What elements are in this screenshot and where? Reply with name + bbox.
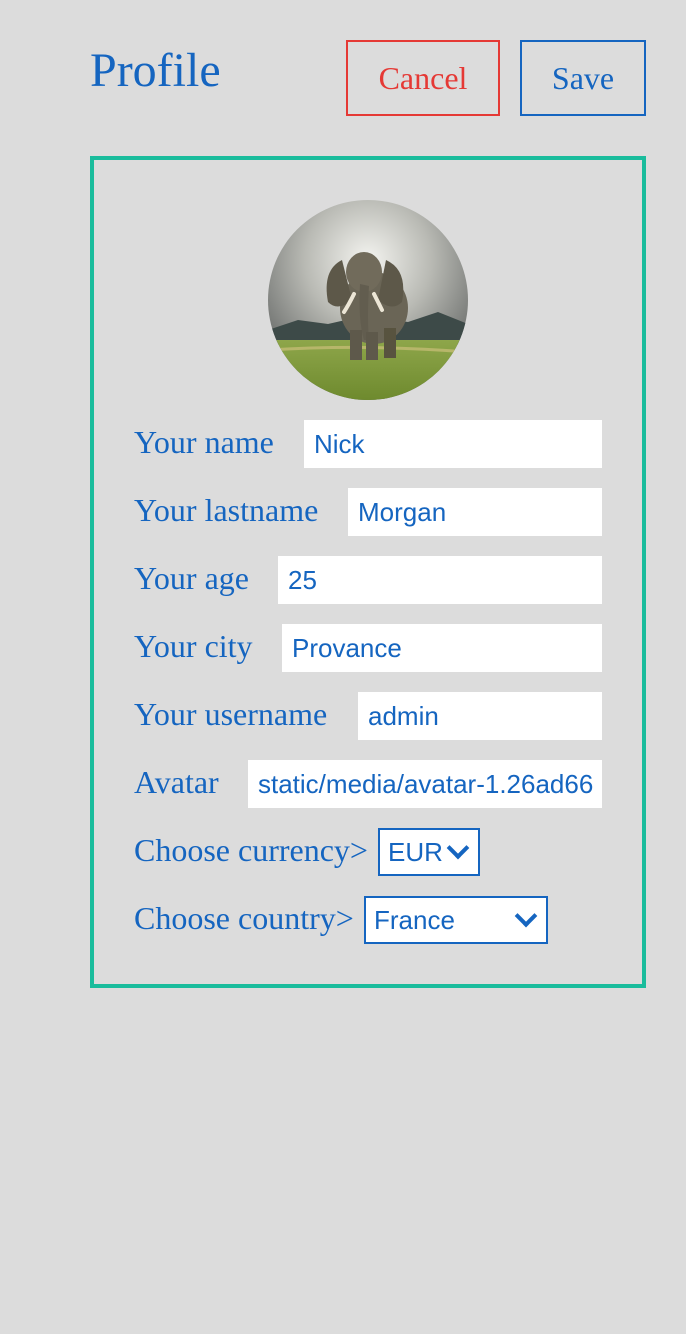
lastname-label: Your lastname [134, 492, 319, 528]
country-label: Choose country> [134, 900, 354, 936]
city-input[interactable]: Provance [282, 624, 602, 672]
country-select[interactable]: France [364, 896, 548, 944]
country-selected: France [374, 904, 455, 935]
avatar-input[interactable]: static/media/avatar-1.26ad66 [248, 760, 602, 808]
age-label: Your age [134, 560, 249, 596]
city-label: Your city [134, 628, 253, 664]
currency-select[interactable]: EUR [378, 828, 480, 876]
username-label: Your username [134, 696, 328, 732]
cancel-button[interactable]: Cancel [346, 40, 500, 116]
profile-card: Your name Nick Your lastname Morgan Your… [90, 156, 646, 988]
lastname-input[interactable]: Morgan [348, 488, 602, 536]
currency-selected: EUR [388, 836, 443, 867]
currency-label: Choose currency> [134, 832, 368, 868]
elephant-photo [268, 200, 468, 400]
avatar [268, 200, 468, 400]
username-input[interactable]: admin [358, 692, 602, 740]
name-label: Your name [134, 424, 274, 460]
page-title: Profile [90, 44, 221, 97]
chevron-down-icon [514, 904, 538, 928]
save-button[interactable]: Save [520, 40, 646, 116]
name-input[interactable]: Nick [304, 420, 602, 468]
age-input[interactable]: 25 [278, 556, 602, 604]
avatar-label: Avatar [134, 764, 219, 800]
chevron-down-icon [446, 836, 470, 860]
